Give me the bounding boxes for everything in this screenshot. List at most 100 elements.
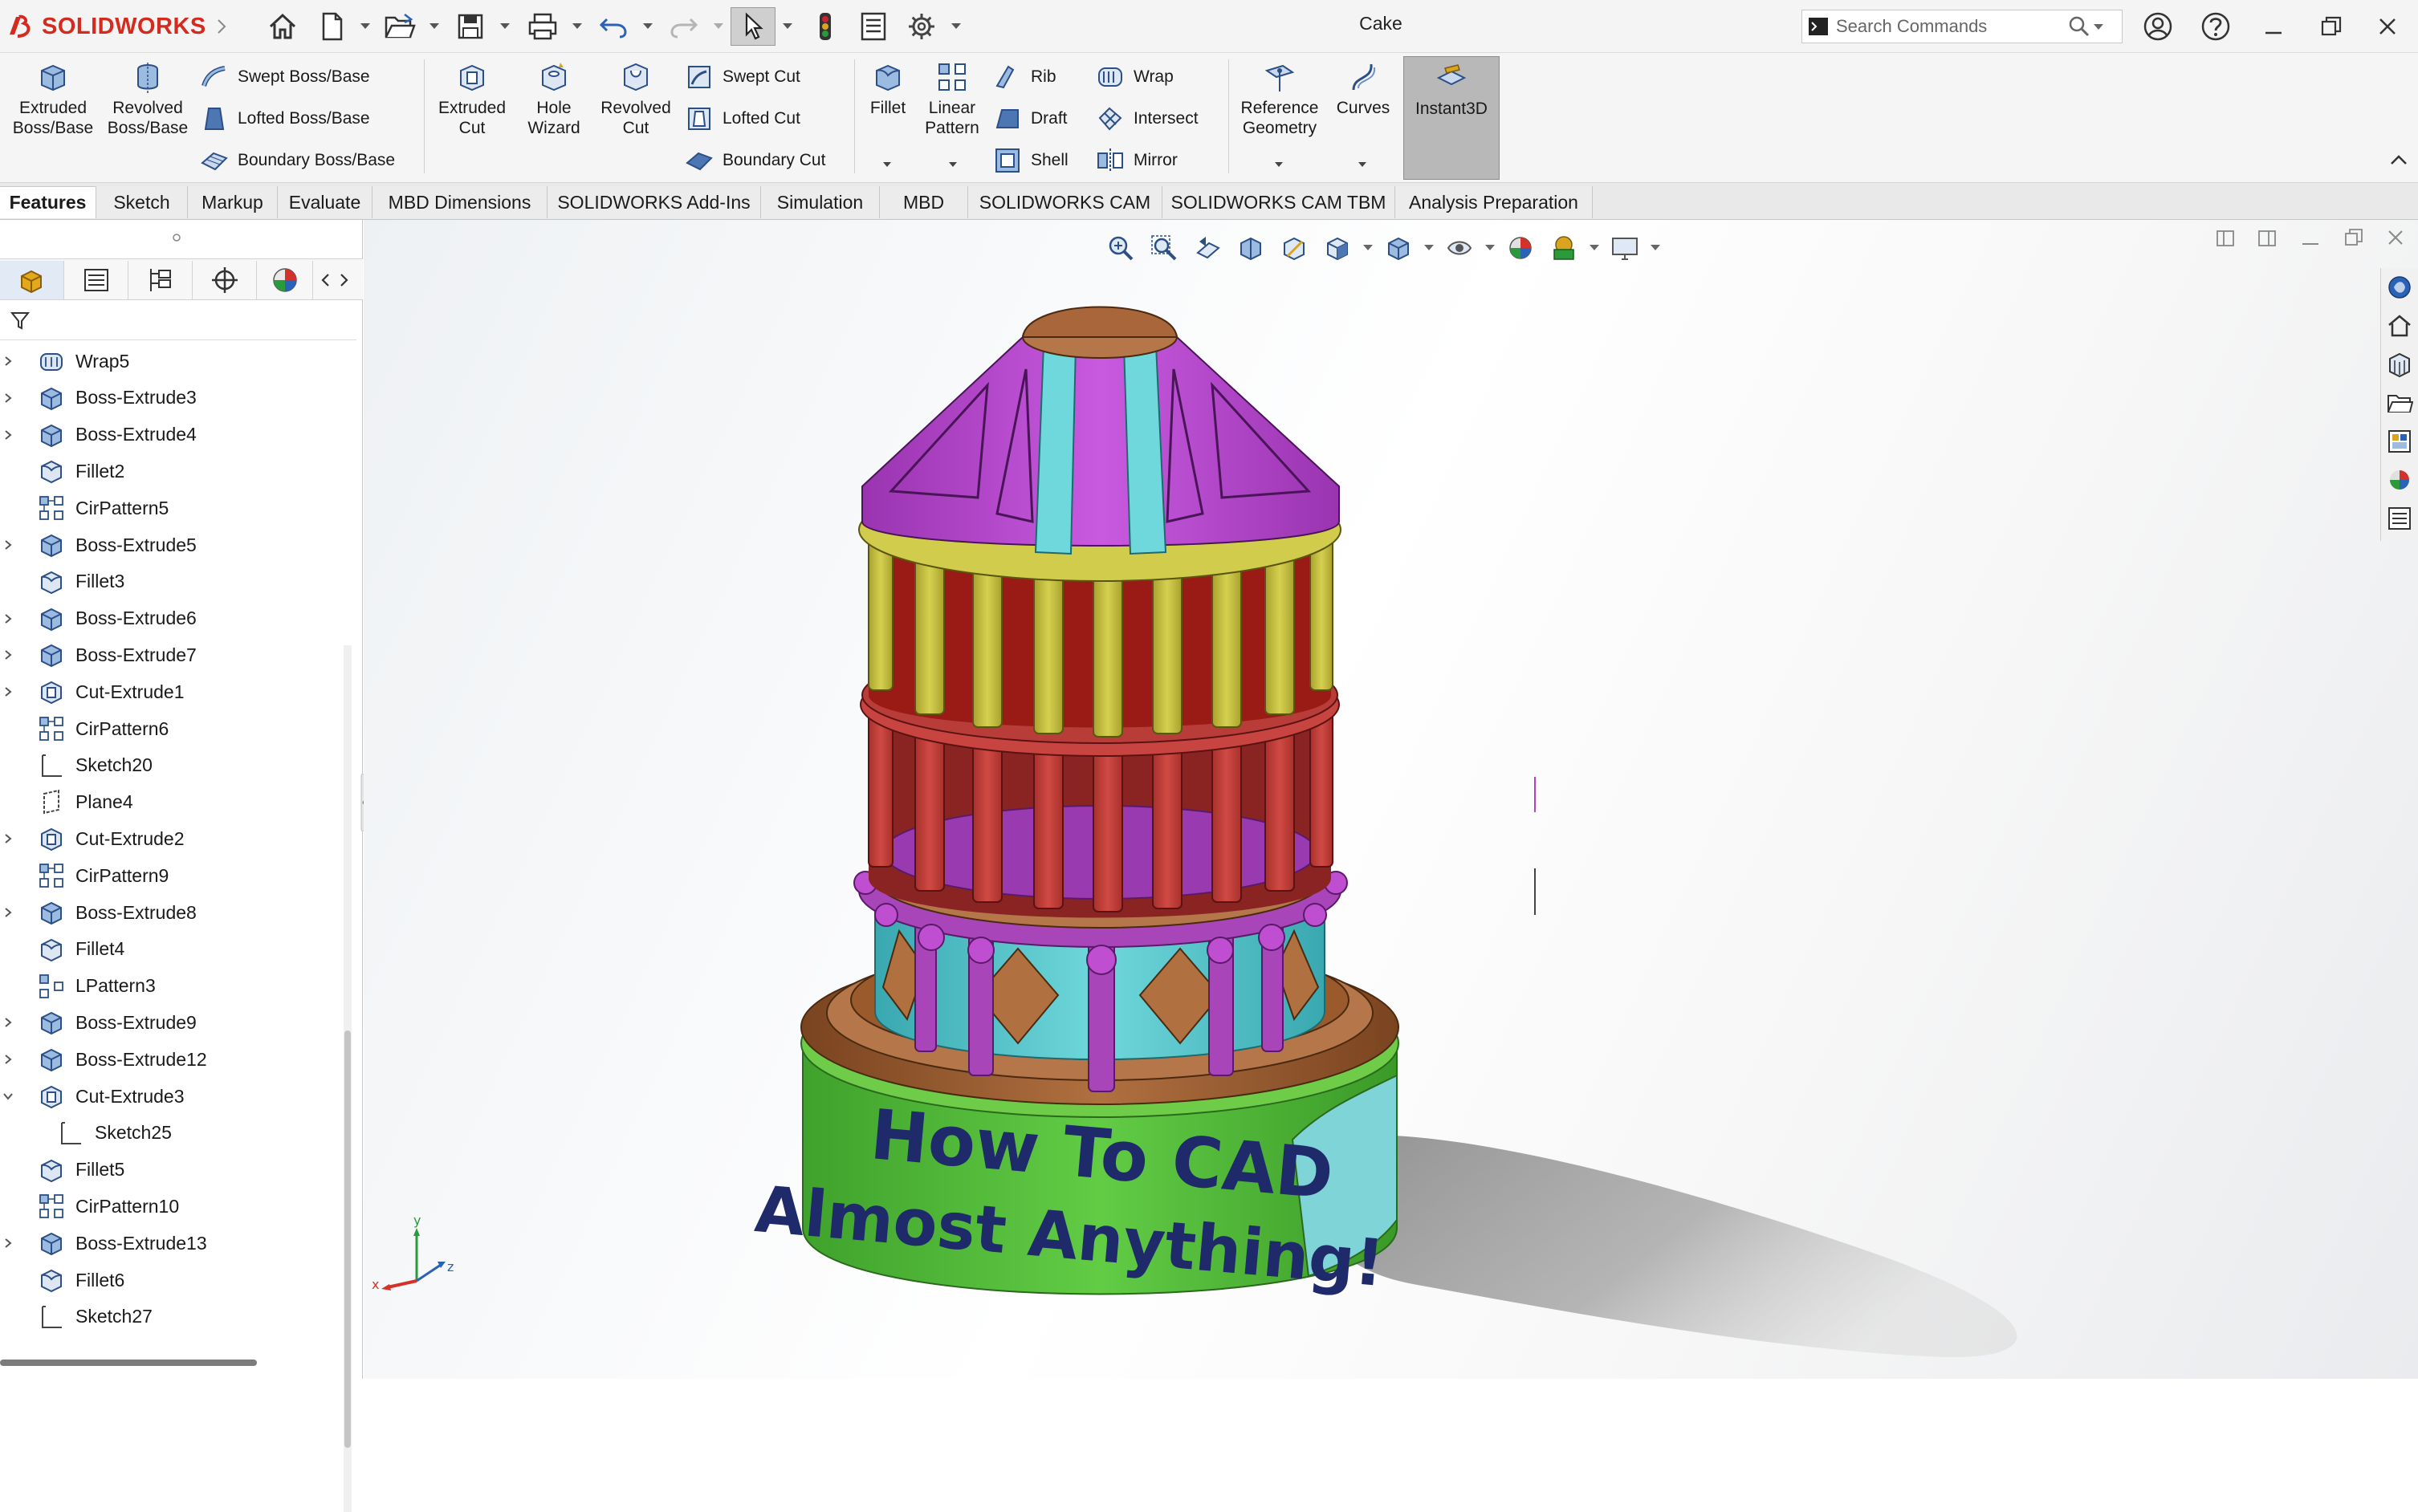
intersect-button[interactable]: Intersect [1095, 101, 1199, 136]
solidworks-logo[interactable]: SOLIDWORKS [5, 8, 206, 45]
revolved-boss-button[interactable]: Revolved Boss/Base [103, 59, 193, 138]
boundary-boss-button[interactable]: Boundary Boss/Base [199, 143, 395, 178]
tab-sketch[interactable]: Sketch [96, 186, 188, 218]
tab-features[interactable]: Features [0, 186, 96, 218]
save-icon[interactable] [451, 7, 490, 46]
options-dropdown-icon[interactable] [951, 21, 962, 32]
curves-dropdown-icon[interactable] [1357, 161, 1368, 169]
file-properties-icon[interactable] [854, 7, 893, 46]
tree-item-cut-extrude1[interactable]: Cut-Extrude1 [0, 674, 337, 709]
tree-item-cirpattern9[interactable]: CirPattern9 [0, 858, 337, 893]
shell-button[interactable]: Shell [992, 143, 1069, 178]
fillet-dropdown-icon[interactable] [881, 161, 893, 169]
swept-boss-button[interactable]: Swept Boss/Base [199, 59, 370, 95]
panel-tabs-scroll-right-icon[interactable] [337, 272, 350, 288]
dimxpert-manager-tab[interactable] [193, 261, 257, 299]
configuration-manager-tab[interactable] [128, 261, 193, 299]
curves-button[interactable]: Curves [1329, 59, 1397, 118]
tree-item-boss-extrude8[interactable]: Boss-Extrude8 [0, 895, 337, 930]
help-icon[interactable] [2196, 7, 2235, 46]
tree-item-boss-extrude7[interactable]: Boss-Extrude7 [0, 637, 337, 673]
graphics-area[interactable]: How To CAD Almost Anything! y x z [364, 220, 2418, 1379]
boundary-cut-button[interactable]: Boundary Cut [684, 143, 825, 178]
redo-dropdown-icon[interactable] [713, 21, 724, 32]
tree-item-cirpattern10[interactable]: CirPattern10 [0, 1189, 337, 1224]
collapse-arrow-icon[interactable] [0, 1079, 16, 1114]
expand-arrow-icon[interactable] [0, 821, 16, 856]
expand-arrow-icon[interactable] [0, 417, 16, 453]
save-dropdown-icon[interactable] [499, 21, 511, 32]
print-dropdown-icon[interactable] [572, 21, 583, 32]
expand-arrow-icon[interactable] [0, 1042, 16, 1077]
select-cursor-icon[interactable] [731, 7, 775, 46]
instant3d-button[interactable]: Instant3D [1403, 56, 1500, 180]
minimize-window-icon[interactable] [2254, 7, 2293, 46]
print-icon[interactable] [523, 7, 562, 46]
close-window-icon[interactable] [2368, 7, 2407, 46]
reference-geometry-dropdown-icon[interactable] [1273, 161, 1284, 169]
display-manager-tab[interactable] [257, 261, 313, 299]
extruded-boss-button[interactable]: Extruded Boss/Base [8, 59, 98, 138]
feature-manager-tab[interactable] [0, 261, 64, 299]
tree-item-boss-extrude4[interactable]: Boss-Extrude4 [0, 417, 337, 453]
tree-item-plane5[interactable]: Plane5 [0, 1336, 337, 1339]
panel-tabs-scroll-left-icon[interactable] [320, 272, 332, 288]
expand-arrow-icon[interactable] [0, 1225, 16, 1261]
open-folder-icon[interactable] [381, 7, 419, 46]
rebuild-traffic-light-icon[interactable] [806, 7, 845, 46]
tree-item-sketch20[interactable]: Sketch20 [0, 748, 337, 783]
tree-item-boss-extrude9[interactable]: Boss-Extrude9 [0, 1005, 337, 1040]
tree-item-cirpattern5[interactable]: CirPattern5 [0, 490, 337, 526]
new-document-icon[interactable] [313, 7, 352, 46]
extruded-cut-button[interactable]: Extruded Cut [430, 59, 514, 138]
expand-arrow-icon[interactable] [0, 895, 16, 930]
select-dropdown-icon[interactable] [782, 21, 793, 32]
revolved-cut-button[interactable]: Revolved Cut [594, 59, 678, 138]
tree-filter-row[interactable] [0, 300, 356, 340]
tab-mbd[interactable]: MBD [880, 186, 968, 218]
panel-collapse-handle-icon[interactable] [170, 231, 183, 244]
tree-item-sketch25[interactable]: Sketch25 [0, 1116, 337, 1151]
tree-item-fillet4[interactable]: Fillet4 [0, 932, 337, 967]
tab-markup[interactable]: Markup [188, 186, 278, 218]
expand-arrow-icon[interactable] [0, 674, 16, 709]
property-manager-tab[interactable] [64, 261, 128, 299]
lofted-boss-button[interactable]: Lofted Boss/Base [199, 101, 370, 136]
tree-item-cut-extrude3[interactable]: Cut-Extrude3 [0, 1079, 337, 1114]
expand-arrow-icon[interactable] [0, 601, 16, 636]
draft-button[interactable]: Draft [992, 101, 1068, 136]
tree-item-plane4[interactable]: Plane4 [0, 785, 337, 820]
linear-pattern-button[interactable]: Linear Pattern [918, 59, 986, 138]
open-dropdown-icon[interactable] [429, 21, 440, 32]
tree-item-sketch27[interactable]: Sketch27 [0, 1299, 337, 1335]
tab-evaluate[interactable]: Evaluate [278, 186, 372, 218]
collapse-ribbon-icon[interactable] [2389, 152, 2408, 167]
reference-geometry-button[interactable]: Reference Geometry [1235, 59, 1325, 138]
search-commands-input[interactable] [1834, 15, 2067, 38]
tab-solidworks-addins[interactable]: SOLIDWORKS Add-Ins [548, 186, 761, 218]
cake-model-3d-view[interactable]: How To CAD Almost Anything! [364, 220, 2418, 1379]
tab-analysis-preparation[interactable]: Analysis Preparation [1395, 186, 1593, 218]
search-commands-box[interactable] [1801, 10, 2123, 43]
tree-item-fillet3[interactable]: Fillet3 [0, 564, 337, 600]
expand-arrow-icon[interactable] [0, 637, 16, 673]
mirror-button[interactable]: Mirror [1095, 143, 1178, 178]
fillet-button[interactable]: Fillet [861, 59, 915, 118]
tree-item-cirpattern6[interactable]: CirPattern6 [0, 711, 337, 746]
tab-solidworks-cam[interactable]: SOLIDWORKS CAM [968, 186, 1162, 218]
tree-item-boss-extrude6[interactable]: Boss-Extrude6 [0, 601, 337, 636]
home-icon[interactable] [263, 7, 302, 46]
tree-item-wrap5[interactable]: Wrap5 [0, 343, 337, 379]
tab-simulation[interactable]: Simulation [761, 186, 880, 218]
tree-item-boss-extrude13[interactable]: Boss-Extrude13 [0, 1225, 337, 1261]
tree-item-boss-extrude3[interactable]: Boss-Extrude3 [0, 380, 337, 416]
tree-item-lpattern3[interactable]: LPattern3 [0, 969, 337, 1004]
tree-horizontal-scrollbar[interactable] [0, 1360, 257, 1366]
tree-item-fillet6[interactable]: Fillet6 [0, 1262, 337, 1298]
new-dropdown-icon[interactable] [360, 21, 371, 32]
user-account-icon[interactable] [2139, 7, 2177, 46]
rib-button[interactable]: Rib [992, 59, 1056, 95]
tree-item-boss-extrude12[interactable]: Boss-Extrude12 [0, 1042, 337, 1077]
redo-icon[interactable] [665, 7, 703, 46]
tree-vertical-scrollbar[interactable] [344, 645, 352, 1512]
